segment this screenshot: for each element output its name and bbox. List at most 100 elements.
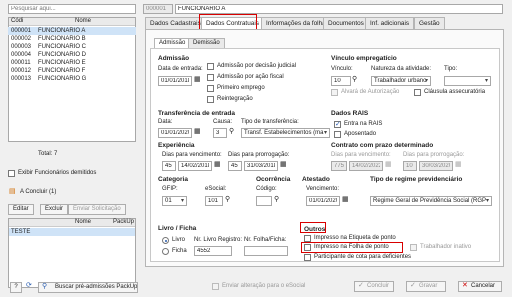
table-row[interactable]: 000001 FUNCIONARIO A (8, 27, 136, 35)
vencimento-input[interactable] (306, 196, 340, 206)
transf-data-label: Data: (158, 119, 173, 125)
admissao-title: Admissão (158, 55, 190, 62)
concluir-button[interactable]: ✓ Concluir (354, 281, 394, 292)
gfip-select[interactable]: 01 (162, 196, 187, 206)
save-icon: ✓ (410, 282, 416, 289)
table-row[interactable]: 000013 FUNCIONARIO G (8, 75, 136, 83)
admissao-fiscal-checkbox[interactable] (207, 74, 214, 81)
search-icon[interactable]: ⚲ (352, 76, 357, 84)
entra-rais-label: Entra na RAIS (344, 121, 383, 127)
codigo-input[interactable] (256, 196, 272, 206)
table-row[interactable]: 000011 FUNCIONARIO E (8, 59, 136, 67)
exp-data-venc-input[interactable] (178, 161, 212, 171)
calendar-icon[interactable]: ▦ (194, 128, 201, 136)
natureza-label: Natureza da atividade: (371, 66, 432, 72)
tab-documentos[interactable]: Documentos (323, 17, 369, 29)
primeiro-emprego-checkbox[interactable] (207, 85, 214, 92)
tab-demissao[interactable]: Demissão (188, 38, 225, 48)
folha-input[interactable] (244, 246, 288, 256)
contrato-dias-venc-input[interactable] (331, 161, 347, 171)
ficha-radio[interactable] (162, 248, 169, 255)
gravar-button[interactable]: ✓ Gravar (406, 281, 446, 292)
exp-data-prorr-input[interactable] (244, 161, 278, 171)
calendar-icon[interactable]: ▦ (455, 161, 462, 169)
calendar-icon[interactable]: ▦ (342, 196, 349, 204)
search-icon[interactable]: ⚲ (229, 128, 234, 136)
calendar-icon[interactable]: ▦ (280, 161, 287, 169)
col-name-header[interactable]: Nome (75, 18, 91, 24)
enviar-esocial-checkbox[interactable] (212, 283, 219, 290)
enviar-esocial-label: Enviar alteração para o eSocial (222, 283, 306, 289)
reintegracao-checkbox[interactable] (207, 96, 214, 103)
transferencia-title: Transferência de entrada (158, 110, 235, 117)
col-packup-header[interactable]: PackUp (113, 219, 134, 225)
calendar-icon[interactable]: ▦ (194, 76, 201, 84)
search-input[interactable] (8, 4, 136, 14)
livro-radio[interactable] (162, 237, 169, 244)
esocial-input[interactable] (205, 196, 223, 206)
exp-dias-prorr-input[interactable] (228, 161, 242, 171)
tab-dados-cadastrais[interactable]: Dados Cadastrais (145, 17, 206, 29)
delete-button[interactable]: Excluir (40, 204, 69, 215)
contrato-dias-venc-label: Dias para vencimento: (331, 152, 391, 158)
search-icon[interactable]: ⚲ (274, 196, 279, 204)
table-row[interactable]: 000002 FUNCIONARIO B (8, 35, 136, 43)
admissao-judicial-checkbox[interactable] (207, 63, 214, 70)
trabalhador-inativo-label: Trabalhador inativo (420, 244, 472, 250)
send-request-button[interactable]: Enviar Solicitação (68, 204, 126, 215)
tipo-transf-select[interactable]: Transf. Estabelecimentos (ma (241, 128, 330, 138)
calendar-icon[interactable]: ▦ (385, 161, 392, 169)
cancel-icon: ✕ (462, 282, 468, 289)
entra-rais-checkbox[interactable] (334, 120, 341, 128)
search-icon[interactable]: ⚲ (225, 196, 230, 204)
list-item[interactable]: TESTE (9, 228, 135, 236)
refresh-icon[interactable]: ⟳ (26, 282, 32, 290)
etiqueta-ponto-checkbox[interactable] (304, 235, 311, 242)
ocorrencia-title: Ocorrência (256, 176, 291, 183)
livro-title: Livro / Ficha (158, 225, 197, 232)
employee-grid-header: Códi Nome (9, 18, 135, 26)
show-dismissed-label: Exibir Funcionários demitidos (18, 170, 97, 176)
concluir-label: Concluir (367, 283, 390, 289)
natureza-select[interactable]: Trabalhador urbano (371, 76, 431, 86)
tipo-select[interactable] (444, 76, 491, 86)
cancelar-button[interactable]: ✕ Cancelar (458, 281, 502, 292)
tab-inf-adicionais[interactable]: Inf. adicionais (365, 17, 415, 29)
col-name-header[interactable]: Nome (75, 219, 91, 225)
col-code-header[interactable]: Códi (11, 18, 23, 24)
tipo-label: Tipo: (444, 66, 458, 72)
vinculo-input[interactable] (331, 76, 351, 86)
causa-input[interactable] (213, 128, 227, 138)
alvara-checkbox[interactable] (331, 89, 338, 96)
cota-label: Participante de cota para deficientes (314, 254, 412, 260)
data-entrada-input[interactable] (158, 76, 192, 86)
exp-dias-venc-input[interactable] (162, 161, 176, 171)
table-row[interactable]: 000012 FUNCIONARIO F (8, 67, 136, 75)
folha-ponto-label: Impresso na Folha de ponto (314, 244, 389, 250)
show-dismissed-checkbox[interactable] (8, 170, 15, 177)
folha-ponto-checkbox[interactable] (304, 244, 311, 251)
registro-input[interactable] (194, 246, 232, 256)
calendar-icon[interactable]: ▦ (214, 161, 221, 169)
contrato-data-venc-input[interactable] (349, 161, 383, 171)
admissao-judicial-label: Admissão por decisão judicial (217, 63, 297, 69)
employee-name-field[interactable] (175, 4, 503, 14)
clausula-checkbox[interactable] (414, 89, 421, 96)
tab-admissao[interactable]: Admissão (154, 38, 191, 48)
table-row[interactable]: 000003 FUNCIONARIO C (8, 43, 136, 51)
primeiro-emprego-label: Primeiro emprego (217, 85, 265, 91)
aposentado-checkbox[interactable] (334, 131, 341, 138)
vencimento-label: Vencimento: (306, 186, 340, 192)
search-packup-button[interactable]: ⚲ Buscar pré-admissões PackUp (38, 282, 138, 293)
contrato-data-prorr-input[interactable] (419, 161, 453, 171)
tab-gestao[interactable]: Gestão (414, 17, 445, 29)
help-button[interactable]: ? (10, 282, 22, 293)
transf-data-input[interactable] (158, 128, 192, 138)
contrato-dias-prorr-input[interactable] (403, 161, 417, 171)
table-row[interactable]: 000004 FUNCIONARIO D (8, 51, 136, 59)
regime-select[interactable]: Regime Geral de Previdência Social (RGP (370, 196, 492, 206)
trabalhador-inativo-checkbox[interactable] (410, 244, 417, 251)
tab-informacoes-folha[interactable]: Informações da folha (261, 17, 331, 29)
edit-button[interactable]: Editar (8, 204, 34, 215)
cota-checkbox[interactable] (304, 254, 311, 261)
